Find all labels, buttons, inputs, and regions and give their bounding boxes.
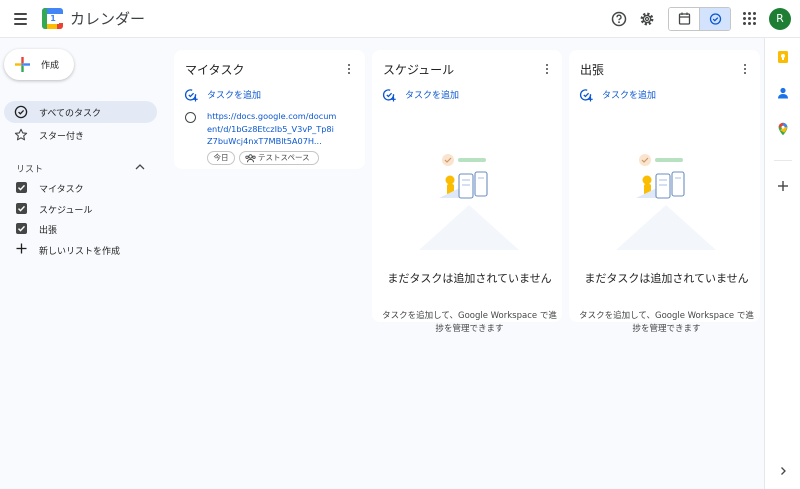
task-link[interactable]: https://docs.google.com/document/d/1bGz8… (207, 110, 339, 148)
view-switcher (668, 7, 731, 31)
space-chip-label: テストスペース (258, 153, 310, 162)
list-item-label: 出張 (39, 226, 58, 236)
add-task-icon (579, 89, 593, 102)
apps-grid-icon[interactable] (743, 12, 757, 26)
list-checkbox[interactable] (16, 223, 27, 234)
more-vert-icon[interactable] (743, 63, 747, 75)
list-item-my-tasks[interactable]: マイタスク (16, 180, 156, 196)
calendar-logo[interactable]: 1 (42, 8, 63, 29)
list-checkbox[interactable] (16, 182, 27, 193)
space-chip[interactable]: テストスペース (239, 151, 319, 165)
contacts-icon[interactable] (776, 86, 790, 100)
more-vert-icon[interactable] (347, 63, 351, 75)
empty-state-illustration (419, 154, 519, 250)
menu-icon[interactable] (12, 9, 32, 29)
help-icon[interactable] (608, 8, 630, 30)
task-item: https://docs.google.com/document/d/1bGz8… (184, 110, 362, 165)
create-button[interactable]: 作成 (4, 49, 74, 80)
calendar-view-icon (678, 12, 691, 25)
lists-section-header[interactable]: リスト (16, 161, 146, 175)
create-new-list-button[interactable]: 新しいリストを作成 (16, 242, 156, 257)
list-item-label: マイタスク (39, 185, 84, 195)
task-complete-radio[interactable] (185, 112, 196, 123)
empty-state-title: まだタスクは追加されていません (387, 272, 552, 285)
due-date-chip[interactable]: 今日 (207, 151, 235, 165)
gear-icon[interactable] (636, 8, 658, 30)
empty-state-illustration (616, 154, 716, 250)
nav-all-tasks[interactable]: すべてのタスク (4, 101, 157, 123)
list-checkbox[interactable] (16, 203, 27, 214)
top-app-bar: 1 カレンダー R (0, 0, 800, 38)
add-task-label: タスクを追加 (207, 91, 262, 101)
plus-icon (15, 57, 30, 72)
side-panel-divider (774, 160, 792, 161)
card-title: スケジュール (383, 63, 455, 77)
side-panel (764, 38, 800, 489)
star-icon (14, 128, 28, 141)
create-label: 作成 (41, 61, 60, 71)
check-circle-icon (14, 105, 28, 119)
empty-state-subtitle: タスクを追加して、Google Workspace で進捗を管理できます (382, 311, 557, 334)
card-title: 出張 (580, 63, 605, 77)
list-item-schedule[interactable]: スケジュール (16, 201, 156, 217)
add-task-label: タスクを追加 (405, 91, 460, 101)
task-list-card-my-tasks: マイタスク タスクを追加 https://docs.google.com/doc… (174, 50, 365, 169)
calendar-view-button[interactable] (669, 8, 700, 30)
task-list-card-schedule: スケジュール タスクを追加 まだタスクは追加されていません タスクを追加して、G… (372, 50, 562, 334)
maps-icon[interactable] (776, 122, 790, 136)
add-task-label: タスクを追加 (602, 91, 657, 101)
list-item-label: スケジュール (39, 206, 93, 216)
app-title: カレンダー (70, 10, 146, 28)
tasks-view-button[interactable] (700, 8, 730, 30)
nav-all-tasks-label: すべてのタスク (39, 109, 102, 119)
nav-starred-label: スター付き (39, 132, 85, 142)
tasks-view-icon (709, 13, 722, 25)
task-list-card-business-trip: 出張 タスクを追加 まだタスクは追加されていません タスクを追加して、Googl… (569, 50, 760, 334)
plus-icon (16, 243, 27, 254)
add-icon[interactable] (776, 179, 790, 193)
chevron-right-icon[interactable] (779, 466, 787, 476)
chevron-up-icon[interactable] (134, 162, 146, 172)
group-icon (245, 154, 256, 163)
nav-starred[interactable]: スター付き (4, 124, 157, 146)
keep-icon[interactable] (776, 50, 790, 64)
more-vert-icon[interactable] (545, 63, 549, 75)
lists-header-label: リスト (16, 165, 44, 175)
account-avatar[interactable]: R (769, 8, 791, 30)
empty-state-subtitle: タスクを追加して、Google Workspace で進捗を管理できます (579, 311, 754, 334)
empty-state-title: まだタスクは追加されていません (584, 272, 749, 285)
add-task-icon (184, 89, 198, 102)
card-title: マイタスク (185, 63, 245, 77)
list-item-business-trip[interactable]: 出張 (16, 221, 156, 237)
logo-day: 1 (47, 14, 59, 24)
new-list-label: 新しいリストを作成 (39, 247, 121, 257)
add-task-icon (382, 89, 396, 102)
